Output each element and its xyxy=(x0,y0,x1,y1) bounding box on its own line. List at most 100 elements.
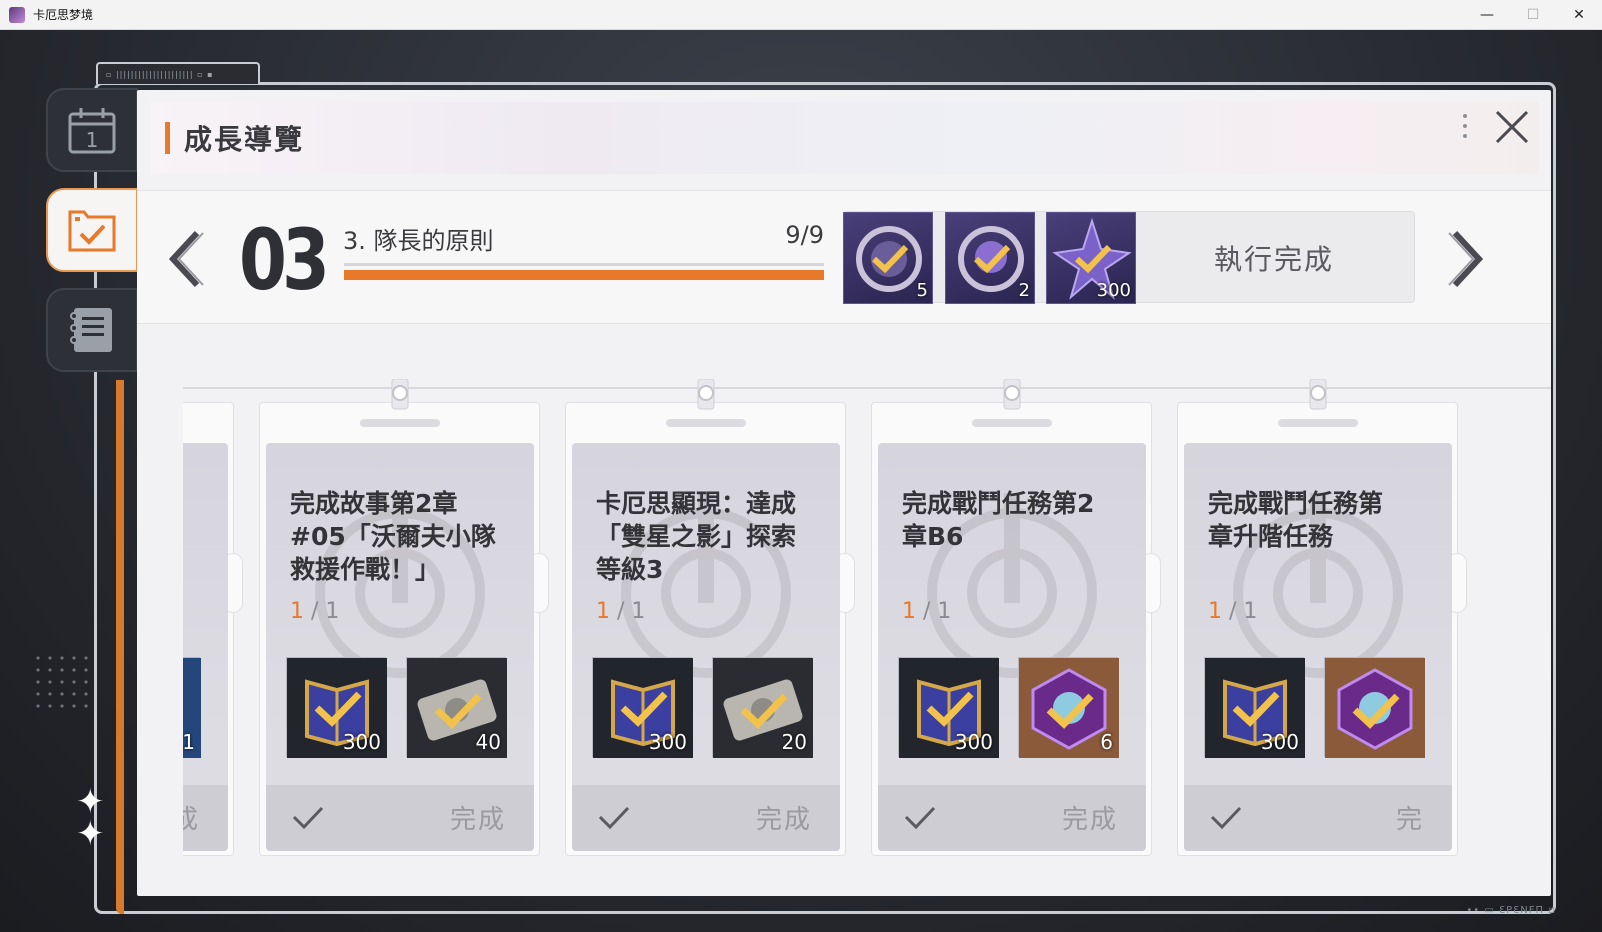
task-progress-sep: / xyxy=(610,599,632,624)
task-card[interactable]: 卡厄思顯現：達成 「雙星之影」探索 等級3 1 / 1 300 20 完成 xyxy=(565,379,855,856)
task-reward-2[interactable]: 6 xyxy=(1018,657,1119,758)
panel-title: 成長導覽 xyxy=(184,123,305,156)
execute-complete-button[interactable]: 執行完成 xyxy=(1214,238,1334,278)
chapter-progress-row: 03 3. 隊長的原則 9/9 5 2 300 執行完成 xyxy=(137,190,1551,324)
chapter-reward-box[interactable]: 5 2 300 執行完成 xyxy=(843,211,1415,304)
task-progress-total: 1 xyxy=(1243,599,1258,624)
task-reward-1[interactable]: 300 xyxy=(286,657,387,758)
task-progress-total: 1 xyxy=(937,599,952,624)
task-card[interactable]: 完成戰鬥任務第 章升階任務 1 / 1 300 完 xyxy=(1177,379,1467,856)
brand-watermark: •• ▭ ƐPƐNFΠ ▫ xyxy=(1466,905,1556,916)
side-tab-calendar[interactable]: 1 xyxy=(46,88,138,172)
task-reward-2[interactable]: 40 xyxy=(406,657,507,758)
window-title: 卡厄思梦境 xyxy=(33,8,94,22)
game-backdrop: ▫ ||||||||||||||||||||| ▫ ▪ ✦ ✦ •• ▭ ƐPƐ… xyxy=(0,30,1602,932)
task-description: 都市【星光 點餐2次 xyxy=(183,487,204,553)
card-body: 卡厄思顯現：達成 「雙星之影」探索 等級3 1 / 1 300 20 完成 xyxy=(572,443,840,851)
chevron-right-icon[interactable] xyxy=(1445,229,1489,289)
frame-tab-decoration: ▫ ||||||||||||||||||||| ▫ ▪ xyxy=(96,62,260,84)
task-progress-sep: / xyxy=(304,599,326,624)
task-status-label: 完 xyxy=(1395,805,1424,835)
sparkle-icon-2: ✦ xyxy=(76,814,105,854)
orange-rail xyxy=(116,380,124,914)
task-reward-1[interactable]: 300 xyxy=(898,657,999,758)
dot-grid-decoration xyxy=(32,652,92,712)
task-progress: 1 / 1 xyxy=(1208,599,1257,624)
task-reward-1[interactable]: 300 xyxy=(592,657,693,758)
minimize-button[interactable]: — xyxy=(1464,0,1510,30)
task-status-label: 完成 xyxy=(755,805,812,835)
card-hook xyxy=(665,419,746,427)
card-footer: 完成 xyxy=(266,785,534,851)
chapter-progress-bar xyxy=(344,270,824,280)
task-progress-done: 1 xyxy=(1208,599,1222,624)
chevron-left-icon[interactable] xyxy=(163,229,207,289)
task-reward-2[interactable] xyxy=(1324,657,1425,758)
task-description: 完成戰鬥任務第2 章B6 xyxy=(902,489,1095,551)
checkmark-icon xyxy=(904,806,936,830)
card-footer: 完成 xyxy=(572,785,840,851)
chapter-progress-track xyxy=(344,263,824,266)
checkmark-icon xyxy=(598,806,630,830)
reward-qty: 20 xyxy=(781,730,807,754)
task-progress-done: 1 xyxy=(902,599,916,624)
reward-qty: 300 xyxy=(648,730,687,754)
task-progress-sep: / xyxy=(916,599,938,624)
task-reward-1[interactable]: 300 xyxy=(1204,657,1305,758)
checkmark-icon xyxy=(1210,806,1242,830)
card-body: 完成戰鬥任務第2 章B6 1 / 1 300 6 完成 xyxy=(878,443,1146,851)
card-body: 完成故事第2章 #05「沃爾夫小隊 救援作戰！」 1 / 1 300 40 完成 xyxy=(266,443,534,851)
card-hook xyxy=(359,419,440,427)
chapter-reward-1[interactable]: 5 xyxy=(843,212,933,304)
chapter-reward-2[interactable]: 2 xyxy=(945,212,1035,304)
task-progress-total: 1 xyxy=(631,599,646,624)
reward-qty: 2 xyxy=(1018,280,1030,301)
reward-qty: 300 xyxy=(342,730,381,754)
reward-qty: 300 xyxy=(954,730,993,754)
chapter-number: 03 xyxy=(239,211,330,309)
chapter-count: 9/9 xyxy=(785,221,824,249)
reward-qty: 6 xyxy=(1100,730,1113,754)
title-accent-bar xyxy=(165,122,170,154)
task-progress-done: 1 xyxy=(596,599,610,624)
card-body: 都市【星光 點餐2次 1 / 1 00 xyxy=(183,443,228,851)
growth-guide-panel: 成長導覽 03 3. 隊長的原則 9/9 5 2 300 執行完成 1 成 完成… xyxy=(137,90,1551,896)
side-tab-notebook[interactable] xyxy=(46,288,138,372)
reward-qty: 5 xyxy=(916,280,928,301)
reward-qty: 300 xyxy=(1096,280,1131,301)
task-reward-2[interactable]: 1 xyxy=(183,657,201,758)
chapter-progress-fill xyxy=(344,270,824,280)
task-progress-sep: / xyxy=(1222,599,1244,624)
task-status-label: 完成 xyxy=(449,805,506,835)
task-progress: 1 / 1 xyxy=(902,599,951,624)
task-status-label: 完成 xyxy=(1061,805,1118,835)
svg-text:1: 1 xyxy=(86,128,99,152)
card-footer: 完成 xyxy=(183,785,228,851)
task-reward-2[interactable]: 20 xyxy=(712,657,813,758)
reward-qty: 1 xyxy=(183,730,195,754)
checkmark-icon xyxy=(292,806,324,830)
task-card-strip[interactable]: 都市【星光 點餐2次 1 / 1 00 xyxy=(183,352,1551,862)
reward-qty: 40 xyxy=(475,730,501,754)
reward-qty: 300 xyxy=(1260,730,1299,754)
task-card[interactable]: 完成故事第2章 #05「沃爾夫小隊 救援作戰！」 1 / 1 300 40 完成 xyxy=(259,379,549,856)
chapter-reward-3[interactable]: 300 xyxy=(1046,212,1136,304)
side-tab-growth-guide[interactable] xyxy=(46,188,138,272)
close-window-button[interactable]: ✕ xyxy=(1556,0,1602,30)
task-progress-total: 1 xyxy=(325,599,340,624)
close-icon[interactable] xyxy=(1493,108,1531,146)
app-icon xyxy=(9,6,25,23)
task-card[interactable]: 都市【星光 點餐2次 1 / 1 00 xyxy=(183,402,243,856)
task-description: 完成故事第2章 #05「沃爾夫小隊 救援作戰！」 xyxy=(290,489,496,584)
card-clip-icon xyxy=(1309,379,1326,410)
maximize-button[interactable]: ☐ xyxy=(1510,0,1556,30)
card-clip-icon xyxy=(1003,379,1020,410)
task-progress-done: 1 xyxy=(290,599,304,624)
card-footer: 完成 xyxy=(878,785,1146,851)
panel-header: 成長導覽 xyxy=(151,102,1539,174)
card-hook xyxy=(971,419,1052,427)
card-clip-icon xyxy=(391,379,408,410)
task-card[interactable]: 完成戰鬥任務第2 章B6 1 / 1 300 6 完成 xyxy=(871,379,1161,856)
window-titlebar: 卡厄思梦境 — ☐ ✕ xyxy=(0,0,1602,30)
card-footer: 完 xyxy=(1184,785,1452,851)
